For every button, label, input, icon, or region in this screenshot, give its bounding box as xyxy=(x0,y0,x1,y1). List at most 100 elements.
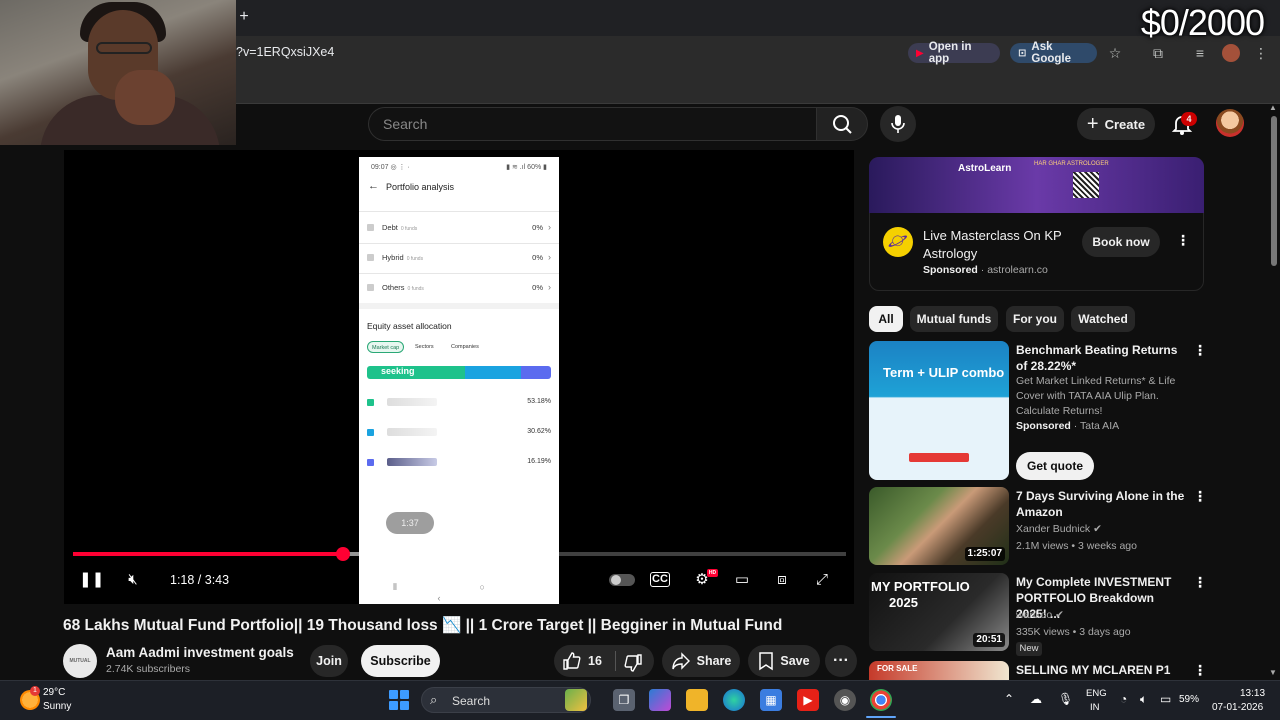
extensions-icon[interactable]: ⧉ xyxy=(1149,44,1167,62)
cast-button[interactable]: ⧈ xyxy=(771,570,793,590)
ask-google-button[interactable]: ⊡ Ask Google xyxy=(1010,41,1097,65)
create-button[interactable]: + Create xyxy=(1077,108,1155,140)
rec-thumbnail[interactable]: MY PORTFOLIO 2025 20:51 xyxy=(869,573,1009,651)
divider xyxy=(359,303,559,309)
bookmark-star-icon[interactable]: ☆ xyxy=(1106,44,1124,62)
like-button[interactable] xyxy=(562,651,582,676)
more-actions-button[interactable]: ··· xyxy=(825,645,857,677)
rec-thumbnail-text: MY PORTFOLIO xyxy=(871,579,970,594)
seek-preview-time: 1:37 xyxy=(386,512,434,534)
scroll-up-arrow-icon[interactable]: ▲ xyxy=(1269,103,1277,112)
chip-watched[interactable]: Watched xyxy=(1071,306,1135,332)
channel-name[interactable]: Aam Aadmi investment goals xyxy=(106,645,294,660)
task-view-icon[interactable]: ❐ xyxy=(613,689,635,711)
scrollbar-thumb[interactable] xyxy=(1271,116,1277,266)
open-in-app-button[interactable]: ▶ Open in app xyxy=(908,41,1000,65)
open-in-app-label: Open in app xyxy=(928,41,972,65)
rec-thumbnail-text: FOR SALE xyxy=(877,664,918,673)
equity-allocation-heading: Equity asset allocation xyxy=(367,321,452,331)
ad-title[interactable]: Live Masterclass On KP Astrology xyxy=(923,227,1073,263)
chrome-icon[interactable] xyxy=(870,689,892,711)
save-button[interactable]: Save xyxy=(748,645,820,677)
microphone-tray-icon[interactable]: 🎙︎ xyxy=(1058,692,1073,706)
wifi-icon[interactable]: ◔ xyxy=(1120,692,1127,706)
share-icon xyxy=(671,652,690,670)
rec-more-icon[interactable]: ⋮ xyxy=(1193,342,1207,359)
rec-channel: Xander Budnick ✔ xyxy=(1016,523,1102,535)
weather-temperature[interactable]: 29°C xyxy=(43,687,65,698)
rec-meta: 335K views • 3 days ago xyxy=(1016,626,1131,638)
onedrive-icon[interactable]: ☁ xyxy=(1030,692,1042,706)
divider xyxy=(359,273,559,274)
rec-description: Get Market Linked Returns* & Life Cover … xyxy=(1016,375,1176,417)
captions-button[interactable]: CC xyxy=(650,572,670,587)
rec-thumbnail[interactable]: Term + ULIP combo xyxy=(869,341,1009,480)
allocation-segment xyxy=(521,366,551,379)
seeking-overlay-text: seeking xyxy=(381,366,415,376)
chip-mutual-funds[interactable]: Mutual funds xyxy=(910,306,998,332)
file-explorer-icon[interactable] xyxy=(686,689,708,711)
ad-domain: astrolearn.co xyxy=(987,264,1048,276)
miniplayer-button[interactable]: ▭ xyxy=(731,570,753,590)
rec-title[interactable]: SELLING MY MCLAREN P1 TO xyxy=(1016,662,1186,680)
progress-scrubber-handle[interactable] xyxy=(335,547,350,561)
dislike-button[interactable] xyxy=(623,653,643,678)
youtube-app-icon[interactable]: ▶ xyxy=(797,689,819,711)
share-label: Share xyxy=(696,654,732,668)
lens-icon: ⊡ xyxy=(1018,47,1027,59)
clock-time[interactable]: 13:13 xyxy=(1240,688,1265,699)
microphone-icon xyxy=(891,115,905,133)
fullscreen-button[interactable]: ⤢ xyxy=(811,570,833,590)
store-icon[interactable]: ▦ xyxy=(760,689,782,711)
edge-icon[interactable] xyxy=(723,689,745,711)
rec-title[interactable]: 7 Days Surviving Alone in the Amazon xyxy=(1016,488,1186,520)
browser-menu-icon[interactable]: ⋮ xyxy=(1252,44,1270,62)
channel-avatar[interactable]: MUTUAL FUND xyxy=(63,644,97,698)
rec-more-icon[interactable]: ⋮ xyxy=(1193,662,1207,679)
book-now-button[interactable]: Book now xyxy=(1082,227,1160,257)
pause-button[interactable]: ❚❚ xyxy=(79,570,104,590)
clock-date[interactable]: 07-01-2026 xyxy=(1212,702,1263,713)
ad-more-icon[interactable]: ⋮ xyxy=(1176,232,1190,249)
progress-played xyxy=(73,552,343,556)
rec-thumbnail[interactable]: 1:25:07 xyxy=(869,487,1009,565)
tray-overflow-icon[interactable]: ⌃ xyxy=(1004,692,1014,706)
obs-icon[interactable]: ◉ xyxy=(834,689,856,711)
address-bar-url[interactable]: ?v=1ERQxsiJXe4 xyxy=(236,45,334,59)
rec-more-icon[interactable]: ⋮ xyxy=(1193,488,1207,505)
join-button[interactable]: Join xyxy=(310,645,348,677)
get-quote-button[interactable]: Get quote xyxy=(1016,452,1094,480)
weather-description[interactable]: Sunny xyxy=(43,701,71,712)
account-avatar[interactable] xyxy=(1216,109,1244,137)
search-input[interactable] xyxy=(368,107,816,141)
chip-all[interactable]: All xyxy=(869,306,903,332)
muted-speaker-icon: 🔇︎ xyxy=(128,571,138,588)
profile-avatar[interactable] xyxy=(1222,44,1240,62)
new-tab-button[interactable]: + xyxy=(236,8,252,26)
chip-market-cap: Market cap xyxy=(367,341,405,353)
webcam-overlay xyxy=(0,0,236,145)
search-button[interactable] xyxy=(816,107,868,141)
volume-icon[interactable]: 🔈︎ xyxy=(1140,692,1147,707)
search-placeholder: Search xyxy=(383,116,428,132)
ellipsis-icon: ··· xyxy=(833,652,849,669)
rec-more-icon[interactable]: ⋮ xyxy=(1193,574,1207,591)
battery-icon[interactable]: ▭ xyxy=(1160,692,1171,706)
start-button[interactable] xyxy=(389,690,409,710)
copilot-icon[interactable] xyxy=(649,689,671,711)
search-icon xyxy=(833,115,852,134)
subscribe-button[interactable]: Subscribe xyxy=(361,645,440,677)
chip-for-you[interactable]: For you xyxy=(1006,306,1064,332)
share-button[interactable]: Share xyxy=(662,645,740,677)
rec-meta: 2.1M views • 3 weeks ago xyxy=(1016,540,1137,552)
voice-search-button[interactable] xyxy=(880,106,916,142)
ad-banner-brand: AstroLearn xyxy=(958,163,1012,174)
rec-thumbnail[interactable]: FOR SALE xyxy=(869,661,1009,680)
rec-title[interactable]: Benchmark Beating Returns of 28.22%* xyxy=(1016,342,1186,374)
scroll-down-arrow-icon[interactable]: ▼ xyxy=(1269,668,1277,677)
mute-button[interactable]: 🔇︎ xyxy=(122,570,144,590)
search-highlight-icon[interactable] xyxy=(565,689,587,711)
language-region[interactable]: IN xyxy=(1090,702,1100,713)
reading-list-icon[interactable]: ≡ xyxy=(1191,44,1209,62)
language-indicator[interactable]: ENG xyxy=(1086,688,1107,699)
